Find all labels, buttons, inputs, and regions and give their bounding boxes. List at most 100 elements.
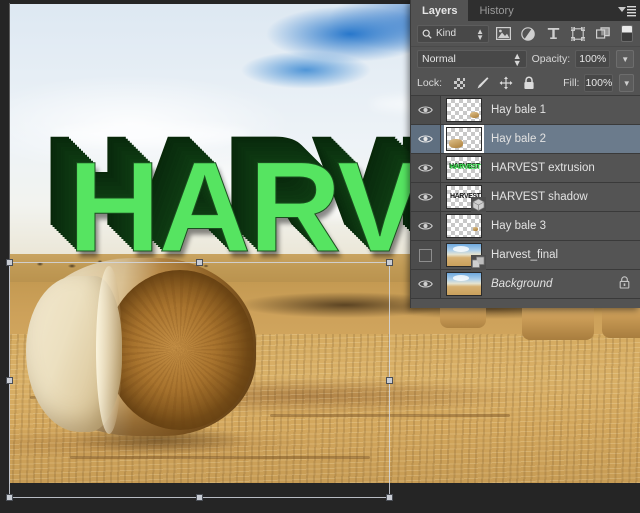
adjustment-layer-filter-icon[interactable]	[517, 24, 539, 44]
eye-icon	[418, 106, 433, 114]
layer-filter-row[interactable]: Kind ▲ ▼	[411, 21, 640, 47]
opacity-input[interactable]: 100%	[575, 50, 611, 68]
fill-value: 100%	[585, 77, 613, 89]
layer-thumbnail[interactable]	[446, 272, 482, 296]
smart-object-badge	[471, 255, 486, 270]
padlock-glyph	[619, 276, 630, 289]
blend-mode-row[interactable]: Normal ▲ ▼ Opacity: 100% ▼	[411, 47, 640, 71]
layer-row[interactable]: Background	[411, 270, 640, 299]
layers-panel[interactable]: Layers History Kind ▲ ▼ Normal ▲ ▼ Opaci…	[410, 0, 640, 308]
bale-coiled-face	[106, 270, 254, 430]
opacity-label: Opacity:	[531, 53, 571, 65]
thumb-bale	[449, 139, 463, 148]
opacity-value: 100%	[579, 53, 607, 65]
layer-row[interactable]: Hay bale 2	[411, 125, 640, 154]
middle-right-handle[interactable]	[386, 377, 393, 384]
layer-row[interactable]: HARVEST HARVEST shadow	[411, 183, 640, 212]
layer-name[interactable]: HARVEST shadow	[491, 191, 588, 203]
layer-visibility-toggle[interactable]	[411, 270, 441, 298]
layer-visibility-toggle[interactable]	[411, 241, 441, 269]
thumb-bale	[473, 227, 478, 231]
layer-name[interactable]: Background	[491, 278, 552, 290]
text-t-glyph	[547, 28, 559, 39]
layer-name[interactable]: Hay bale 2	[491, 133, 546, 145]
pixel-layer-filter-icon[interactable]	[492, 24, 514, 44]
layer-row[interactable]: Hay bale 3	[411, 212, 640, 241]
smart-object-glyph	[471, 255, 486, 270]
search-icon	[422, 29, 432, 39]
thumb-field-photo	[447, 273, 481, 295]
layer-thumbnail[interactable]	[444, 125, 484, 153]
lock-all-icon[interactable]	[521, 76, 536, 91]
smart-object-glyph	[596, 26, 610, 39]
smart-object-filter-icon[interactable]	[592, 24, 614, 44]
layer-thumbnail[interactable]: HARVEST	[446, 156, 482, 180]
layer-row[interactable]: Harvest_final	[411, 241, 640, 270]
shape-path-glyph	[571, 26, 585, 41]
checkerboard-glyph	[454, 77, 466, 89]
chevron-updown-icon[interactable]: ▲ ▼	[476, 27, 484, 41]
opacity-dropdown-arrow[interactable]: ▼	[616, 50, 634, 68]
layer-visibility-toggle[interactable]	[411, 96, 441, 124]
layer-row[interactable]: HARVEST HARVEST extrusion	[411, 154, 640, 183]
eye-icon	[418, 193, 433, 201]
cube-3d-glyph	[471, 197, 486, 212]
tab-layers[interactable]: Layers	[411, 0, 469, 21]
3d-layer-badge	[471, 197, 486, 212]
layer-row[interactable]: Hay bale 1	[411, 96, 640, 125]
filter-kind-select[interactable]: Kind ▲ ▼	[417, 24, 489, 43]
image-glyph	[495, 27, 511, 40]
layer-thumbnail[interactable]	[446, 98, 482, 122]
bottom-right-handle[interactable]	[386, 494, 393, 501]
bale-rim-highlight	[96, 266, 122, 434]
layer-thumbnail[interactable]	[446, 214, 482, 238]
background-lock-icon	[619, 276, 630, 292]
stubble-streak	[270, 414, 510, 417]
brush-glyph	[477, 77, 489, 89]
chevron-updown-icon[interactable]: ▲ ▼	[513, 52, 522, 68]
lock-transparent-pixels-icon[interactable]	[452, 76, 467, 91]
lock-label: Lock:	[417, 77, 443, 89]
layer-visibility-toggle[interactable]	[411, 125, 441, 153]
panel-menu-glyph	[618, 6, 636, 17]
top-center-handle[interactable]	[196, 259, 203, 266]
type-layer-filter-icon[interactable]	[542, 24, 564, 44]
panel-tab-bar[interactable]: Layers History	[411, 0, 640, 21]
lock-row[interactable]: Lock: Fill: 100% ▼	[411, 71, 640, 95]
padlock-glyph	[524, 76, 534, 89]
layer-thumbnail[interactable]	[446, 243, 486, 270]
filter-enable-toggle[interactable]	[621, 25, 633, 42]
layer-visibility-toggle[interactable]	[411, 183, 441, 211]
tab-history[interactable]: History	[468, 0, 524, 21]
bottom-left-handle[interactable]	[6, 494, 13, 501]
top-left-handle[interactable]	[6, 259, 13, 266]
move-arrows-glyph	[499, 76, 513, 90]
shape-layer-filter-icon[interactable]	[567, 24, 589, 44]
layer-name[interactable]: Hay bale 3	[491, 220, 546, 232]
layer-name[interactable]: Harvest_final	[491, 249, 558, 261]
blend-mode-select[interactable]: Normal ▲ ▼	[417, 50, 527, 68]
middle-left-handle[interactable]	[6, 377, 13, 384]
eye-icon	[418, 164, 433, 172]
eye-icon	[418, 222, 433, 230]
bottom-center-handle[interactable]	[196, 494, 203, 501]
canvas-bottom-gutter	[0, 483, 640, 513]
layer-name[interactable]: Hay bale 1	[491, 104, 546, 116]
top-right-handle[interactable]	[386, 259, 393, 266]
eye-icon	[418, 280, 433, 288]
lock-image-pixels-icon[interactable]	[475, 76, 490, 91]
layer-name[interactable]: HARVEST extrusion	[491, 162, 595, 174]
fill-input[interactable]: 100%	[584, 74, 614, 92]
photoshop-window: HARVEST Layers History Kind ▲ ▼ Normal ▲…	[0, 0, 640, 513]
lock-position-icon[interactable]	[498, 76, 513, 91]
layer-visibility-toggle[interactable]	[411, 212, 441, 240]
fill-dropdown-arrow[interactable]: ▼	[619, 74, 634, 92]
panel-menu-icon[interactable]	[614, 4, 636, 18]
layer-thumbnail[interactable]: HARVEST	[446, 185, 486, 212]
lock-icon-group[interactable]	[452, 76, 536, 91]
filter-kind-label: Kind	[436, 28, 457, 39]
half-circle-glyph	[521, 26, 535, 41]
layer-list[interactable]: Hay bale 1 Hay bale 2 HARVEST HARVEST ex…	[411, 95, 640, 299]
thumb-harvest-text: HARVEST	[450, 164, 481, 171]
layer-visibility-toggle[interactable]	[411, 154, 441, 182]
